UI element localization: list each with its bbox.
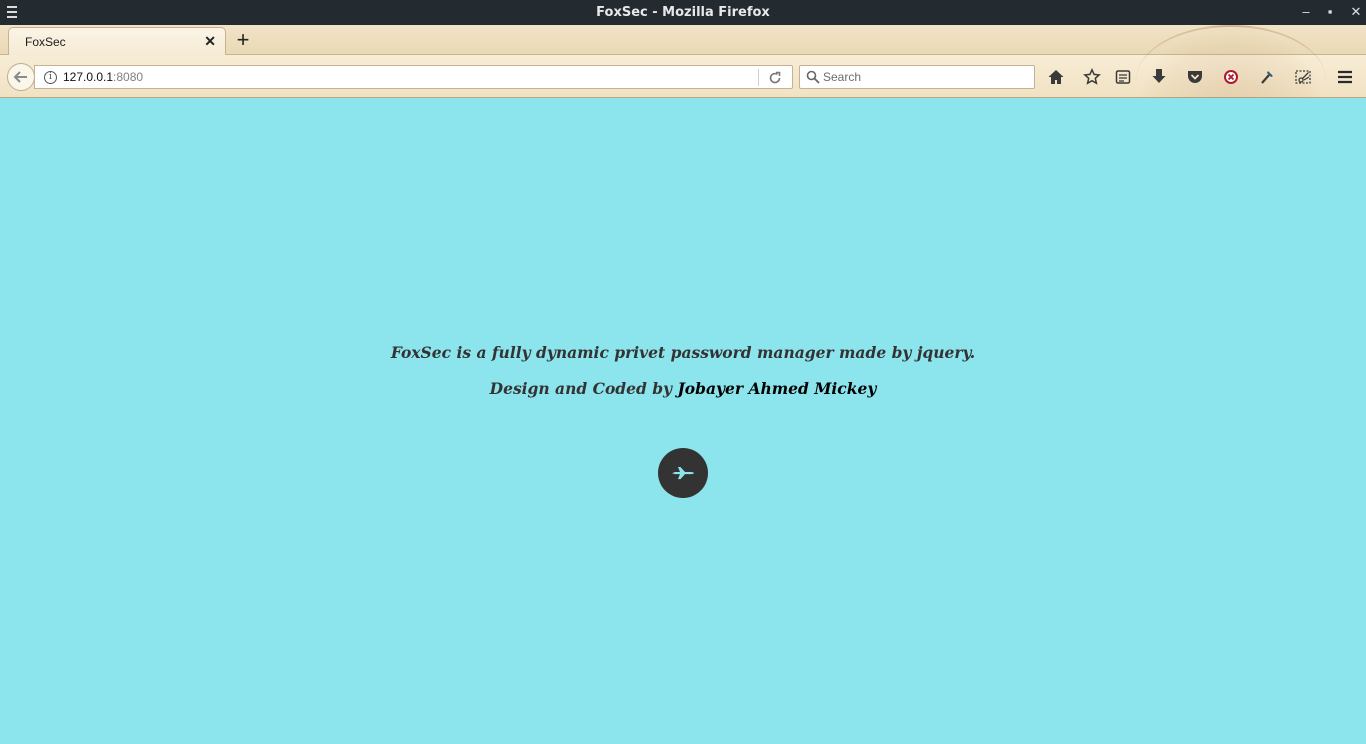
reading-list-icon[interactable] xyxy=(1112,66,1134,88)
window-title: FoxSec - Mozilla Firefox xyxy=(596,5,770,20)
bookmark-star-icon[interactable] xyxy=(1081,66,1103,88)
reload-icon[interactable] xyxy=(767,68,783,89)
home-icon[interactable] xyxy=(1045,66,1067,88)
back-button[interactable] xyxy=(7,63,35,91)
adblock-icon[interactable] xyxy=(1220,66,1242,88)
url-host: 127.0.0.1 xyxy=(63,70,114,84)
back-icon xyxy=(13,71,27,83)
url-port: :8080 xyxy=(113,70,144,84)
search-input[interactable] xyxy=(823,68,1028,86)
tab-close-icon[interactable]: ✕ xyxy=(204,33,216,50)
navigation-toolbar: i 127.0.0.1:8080 xyxy=(0,25,1366,135)
pocket-icon[interactable] xyxy=(1184,66,1206,88)
enter-button[interactable] xyxy=(658,448,708,498)
credit-text: Design and Coded by Jobayer Ahmed Mickey xyxy=(0,379,1366,398)
window-titlebar: FoxSec - Mozilla Firefox – ▪ ✕ xyxy=(0,0,1366,25)
new-tab-button[interactable]: + xyxy=(233,28,253,52)
url-text[interactable]: 127.0.0.1:8080 xyxy=(63,70,143,84)
plane-icon xyxy=(672,467,694,480)
tab-foxsec[interactable]: FoxSec ✕ xyxy=(8,27,226,56)
url-bar[interactable]: i 127.0.0.1:8080 xyxy=(34,65,793,89)
hamburger-menu-icon[interactable] xyxy=(1334,66,1356,88)
search-bar[interactable] xyxy=(799,65,1035,89)
maximize-button[interactable]: ▪ xyxy=(1322,4,1338,20)
url-separator xyxy=(758,69,759,86)
author-name: Jobayer Ahmed Mickey xyxy=(677,379,877,398)
search-icon xyxy=(806,70,820,84)
credit-prefix: Design and Coded by xyxy=(489,379,678,398)
download-icon[interactable] xyxy=(1148,66,1170,88)
description-text: FoxSec is a fully dynamic privet passwor… xyxy=(390,343,976,362)
site-info-icon[interactable]: i xyxy=(44,71,57,84)
dropper-icon[interactable] xyxy=(1256,66,1278,88)
close-window-button[interactable]: ✕ xyxy=(1348,4,1364,20)
screenshot-icon[interactable] xyxy=(1292,66,1314,88)
minimize-button[interactable]: – xyxy=(1298,4,1314,20)
page-content: FoxSec is a fully dynamic privet passwor… xyxy=(0,98,1366,744)
tab-title: FoxSec xyxy=(25,35,66,49)
